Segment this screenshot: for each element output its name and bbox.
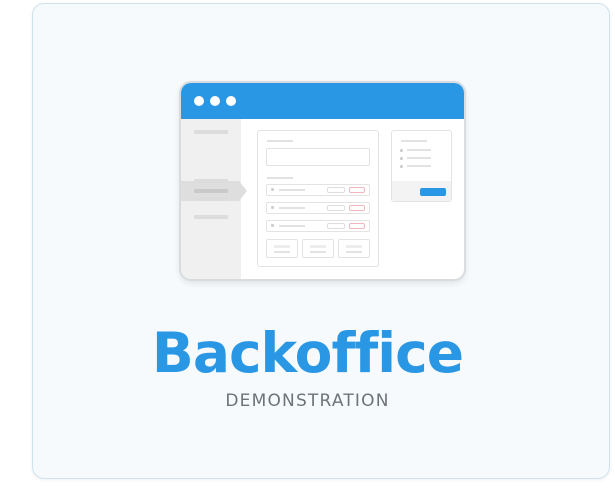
settings-title-line [401, 140, 427, 142]
form-input-box [266, 148, 370, 166]
form-tile [302, 239, 334, 258]
sidebar-line [194, 189, 228, 193]
row-red-pill [349, 187, 365, 193]
settings-checkbox-icon [400, 165, 403, 168]
row-dot [271, 224, 274, 227]
page-title: Backoffice [151, 321, 464, 385]
sidebar-line [194, 215, 228, 219]
window-dot-icon [226, 96, 236, 106]
row-line [279, 189, 305, 191]
row-line [279, 207, 305, 209]
settings-line [407, 149, 431, 151]
tile-line [274, 251, 290, 253]
tile-line [310, 251, 326, 253]
settings-line [407, 157, 431, 159]
backoffice-window-illustration-icon [179, 81, 466, 281]
illustration-sidebar [181, 119, 247, 279]
settings-checkbox-icon [400, 157, 403, 160]
sidebar-line [194, 130, 228, 134]
row-gray-pill [327, 223, 345, 229]
tile-line [346, 251, 362, 253]
settings-checkbox-icon [400, 149, 403, 152]
row-red-pill [349, 223, 365, 229]
row-red-pill [349, 205, 365, 211]
illustration-form-panel [257, 130, 379, 267]
tile-line [346, 245, 362, 248]
row-gray-pill [327, 205, 345, 211]
form-tile [266, 239, 298, 258]
form-row [266, 220, 370, 232]
form-label-line [267, 140, 293, 142]
form-row [266, 202, 370, 214]
window-dot-icon [210, 96, 220, 106]
window-titlebar [181, 83, 464, 119]
row-dot [271, 206, 274, 209]
sidebar-line [194, 179, 228, 183]
form-tile [338, 239, 370, 258]
illustration-settings-panel [391, 130, 452, 202]
row-gray-pill [327, 187, 345, 193]
form-row [266, 184, 370, 196]
form-label-line [267, 177, 293, 179]
settings-save-button-shape [420, 188, 446, 196]
row-line [279, 225, 305, 227]
sidebar-line [194, 197, 228, 201]
page-subtitle: DEMONSTRATION [225, 391, 390, 411]
tile-line [274, 245, 290, 248]
settings-line [407, 165, 431, 167]
tile-line [310, 245, 326, 248]
window-dot-icon [194, 96, 204, 106]
row-dot [271, 188, 274, 191]
